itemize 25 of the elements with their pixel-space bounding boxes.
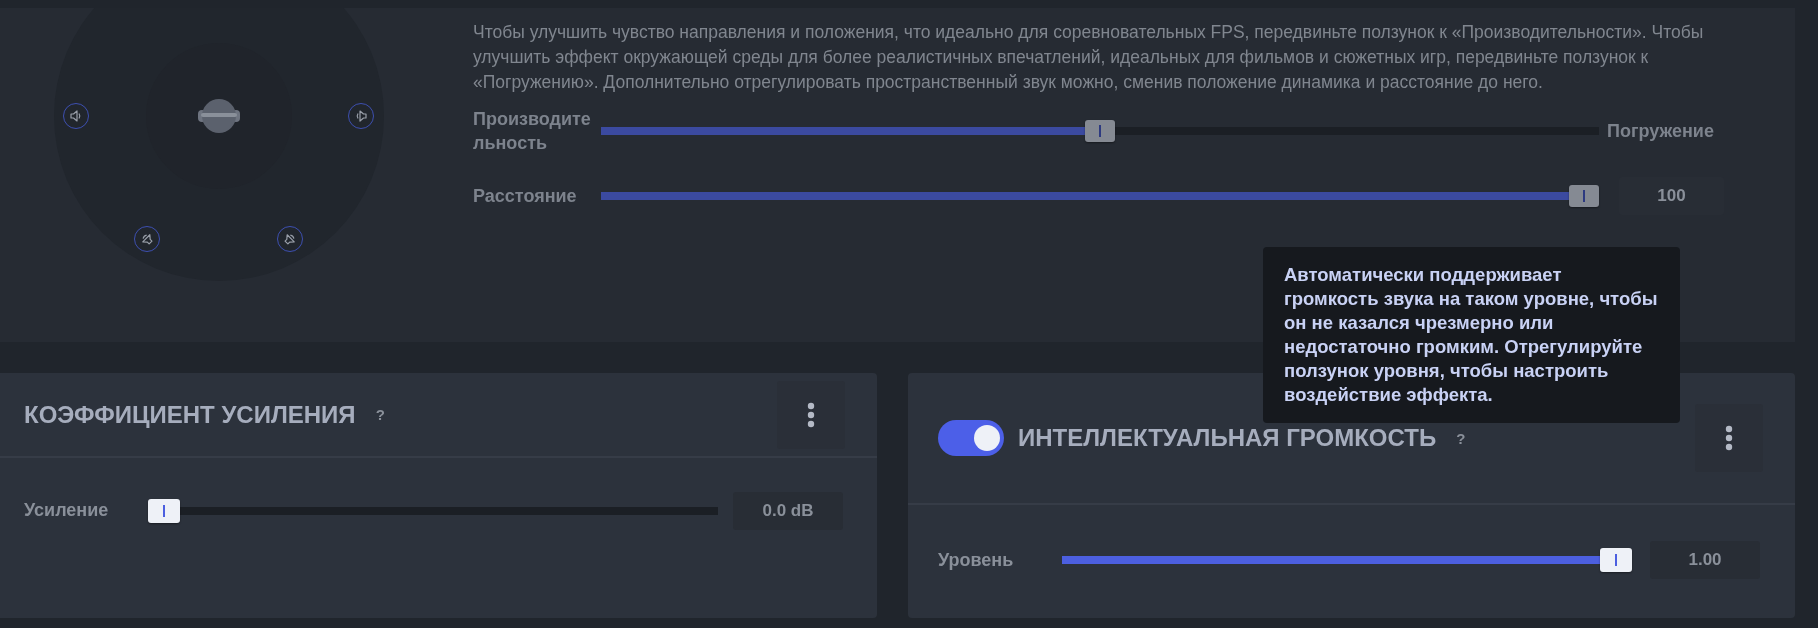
slider-label: Производительность (473, 108, 592, 155)
tooltip: Автоматически поддерживает громкость звука на таком уровне, чтобы он не казался чрезмерно или недостаточно громким. Отрегулируйте ползунок уровня, чтобы настроить воздействие эффекта. (1263, 247, 1680, 423)
headset-avatar-icon (198, 98, 240, 134)
value-field[interactable]: 0.0 dB (733, 491, 843, 530)
slider-thumb[interactable] (1569, 185, 1599, 207)
description-text: Чтобы улучшить чувство направления и положения, что идеально для соревновательных FPS, передвиньте ползунок к «Производительности». Чтобы улучшить эффект окружающей среды для более реалистичных впечатлений, идеальных для фильмов и сюжетных игр, передвиньте ползунок к «Погружению». Дополнительно отрегулировать пространственный звук можно, сменив положение динамика и расстояние до него. (473, 21, 1705, 94)
help-mark[interactable]: ? (375, 406, 385, 423)
more-button[interactable] (777, 380, 845, 449)
more-icon (1725, 425, 1733, 451)
card-title: КОЭФФИЦИЕНТ УСИЛЕНИЯ (24, 400, 356, 429)
toggle-switch[interactable] (938, 420, 1004, 456)
slider-label: Расстояние (473, 185, 578, 208)
more-button[interactable] (1695, 404, 1763, 472)
slider-label: Усиление (24, 500, 110, 521)
slider-thumb[interactable] (1085, 120, 1115, 142)
help-mark[interactable]: ? (1456, 429, 1466, 447)
value-field[interactable]: 1.00 (1650, 541, 1760, 579)
card-title: ИНТЕЛЛЕКТУАЛЬНАЯ ГРОМКОСТЬ (1018, 424, 1437, 452)
more-icon (807, 401, 815, 428)
slider-label: Уровень (938, 549, 1015, 571)
slider-thumb[interactable] (148, 498, 180, 523)
slider-thumb[interactable] (1600, 548, 1632, 572)
speaker-icon (69, 109, 83, 123)
slider-end-label: Погружение (1607, 120, 1714, 142)
speaker-icon (354, 109, 368, 123)
